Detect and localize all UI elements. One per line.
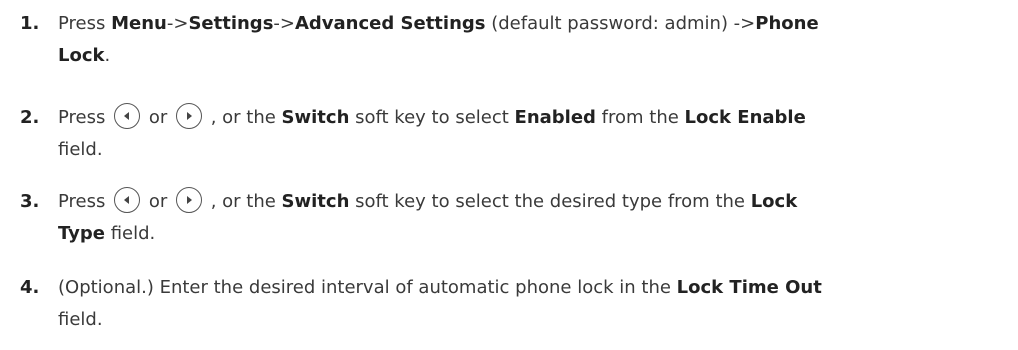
- text: from the: [595, 107, 685, 128]
- text: Press: [58, 107, 106, 128]
- arrow-text: ->: [166, 13, 189, 34]
- step-line: Lock.: [58, 40, 988, 72]
- text: soft key to select: [349, 107, 515, 128]
- step-line: Press or , or the Switch soft key to sel…: [58, 102, 988, 134]
- right-arrow-key-icon: [175, 187, 202, 213]
- text: .: [104, 45, 111, 66]
- text: (default password: admin) ->: [485, 13, 756, 34]
- arrow-text: ->: [273, 13, 295, 34]
- right-arrow-key-icon: [175, 103, 202, 129]
- step-line: field.: [58, 309, 103, 330]
- text: Press: [58, 13, 112, 34]
- text: Press: [58, 191, 106, 212]
- lock-term: Lock: [58, 45, 105, 66]
- step-text: Press or , or the Switch soft key to sel…: [58, 186, 988, 250]
- menu-term: Menu: [111, 13, 167, 34]
- step-number: 4.: [20, 277, 40, 298]
- switch-term: Switch: [281, 107, 350, 128]
- text: (Optional.) Enter the desired interval o…: [58, 277, 677, 298]
- procedure-steps: 1. Press Menu->Settings->Advanced Settin…: [0, 0, 1018, 350]
- step-number: 1.: [20, 13, 40, 34]
- lock-term: Lock: [750, 191, 798, 212]
- text: field.: [104, 223, 156, 244]
- text: or: [143, 107, 173, 128]
- type-term: Type: [58, 223, 105, 244]
- text: soft key to select the desired type from…: [349, 191, 751, 212]
- lock-time-out-term: Lock Time Out: [676, 277, 822, 298]
- step-line: (Optional.) Enter the desired interval o…: [58, 272, 988, 304]
- step-number: 2.: [20, 107, 40, 128]
- step-line: Press Menu->Settings->Advanced Settings …: [58, 8, 988, 40]
- step-line: Type field.: [58, 218, 988, 250]
- left-arrow-key-icon: [114, 103, 141, 129]
- settings-term: Settings: [188, 13, 274, 34]
- text: , or the: [204, 107, 282, 128]
- step-text: Press or , or the Switch soft key to sel…: [58, 102, 988, 166]
- text: , or the: [204, 191, 282, 212]
- enabled-term: Enabled: [514, 107, 596, 128]
- step-line: Press or , or the Switch soft key to sel…: [58, 186, 988, 218]
- phone-term: Phone: [755, 13, 819, 34]
- step-number: 3.: [20, 191, 40, 212]
- step-line: field.: [58, 139, 103, 160]
- step-text: Press Menu->Settings->Advanced Settings …: [58, 8, 988, 72]
- switch-term: Switch: [281, 191, 350, 212]
- advanced-settings-term: Advanced Settings: [294, 13, 486, 34]
- text: or: [143, 191, 173, 212]
- lock-enable-term: Lock Enable: [684, 107, 806, 128]
- step-text: (Optional.) Enter the desired interval o…: [58, 272, 988, 336]
- left-arrow-key-icon: [114, 187, 141, 213]
